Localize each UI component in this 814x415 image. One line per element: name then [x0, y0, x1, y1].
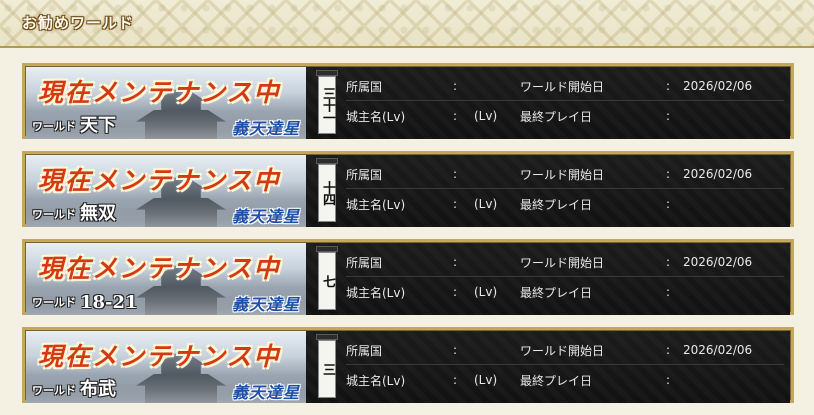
start-date-label: ワールド開始日 — [520, 167, 605, 182]
world-name: ワールド 18-21 — [32, 289, 138, 313]
country-colon: : — [453, 167, 458, 181]
last-play-label: 最終プレイ日 — [520, 197, 593, 212]
last-play-label: 最終プレイ日 — [520, 109, 593, 124]
info-row-2: 城主名(Lv) : (Lv) 最終プレイ日 : — [346, 102, 784, 130]
world-name-value: 布武 — [80, 379, 116, 400]
info-row-1: 所属国 : ワールド開始日 : 2026/02/06 — [346, 248, 784, 277]
lord-label: 城主名(Lv) — [346, 285, 406, 300]
lord-lv: (Lv) — [474, 373, 498, 387]
world-banner[interactable]: 現在メンテナンス中 ワールド 18-21 義天達星 — [26, 243, 306, 315]
lord-lv: (Lv) — [474, 109, 498, 123]
world-number-flag: 七 — [316, 246, 338, 312]
country-label: 所属国 — [346, 343, 383, 358]
info-row-2: 城主名(Lv) : (Lv) 最終プレイ日 : — [346, 190, 784, 218]
world-info-panel: 七 所属国 : ワールド開始日 : 2026/02/06 城主名(Lv) : (… — [306, 243, 790, 315]
start-date-label: ワールド開始日 — [520, 79, 605, 94]
world-info-panel: 三十一 所属国 : ワールド開始日 : 2026/02/06 城主名(Lv) :… — [306, 67, 790, 139]
info-row-1: 所属国 : ワールド開始日 : 2026/02/06 — [346, 160, 784, 189]
maintenance-status: 現在メンテナンス中 — [38, 78, 281, 107]
maintenance-status: 現在メンテナンス中 — [38, 342, 281, 371]
world-info-panel: 十四 所属国 : ワールド開始日 : 2026/02/06 城主名(Lv) : … — [306, 155, 790, 227]
start-date-value: 2026/02/06 — [683, 255, 753, 269]
last-play-colon: : — [666, 197, 671, 211]
world-name: ワールド 無双 — [32, 201, 116, 225]
section-title: お勧めワールド — [22, 14, 135, 32]
world-card-4[interactable]: 現在メンテナンス中 ワールド 布武 義天達星 三 所属国 : ワールド開始日 :… — [22, 327, 794, 403]
country-colon: : — [453, 343, 458, 357]
world-prefix: ワールド — [32, 120, 76, 133]
start-date-colon: : — [666, 255, 671, 269]
last-play-label: 最終プレイ日 — [520, 285, 593, 300]
start-date-label: ワールド開始日 — [520, 343, 605, 358]
world-number-flag: 三十一 — [316, 70, 338, 136]
last-play-colon: : — [666, 373, 671, 387]
flag-cloth: 三十一 — [318, 76, 336, 134]
world-banner[interactable]: 現在メンテナンス中 ワールド 布武 義天達星 — [26, 331, 306, 403]
section-header: お勧めワールド — [0, 0, 814, 48]
flag-cloth: 十四 — [318, 164, 336, 222]
world-card-1[interactable]: 現在メンテナンス中 ワールド 天下 義天達星 三十一 所属国 : ワールド開始日… — [22, 63, 794, 139]
maintenance-status: 現在メンテナンス中 — [38, 254, 281, 283]
lord-colon: : — [453, 285, 458, 299]
world-card-3[interactable]: 現在メンテナンス中 ワールド 18-21 義天達星 七 所属国 : ワールド開始… — [22, 239, 794, 315]
world-card-2[interactable]: 現在メンテナンス中 ワールド 無双 義天達星 十四 所属国 : ワールド開始日 … — [22, 151, 794, 227]
info-row-1: 所属国 : ワールド開始日 : 2026/02/06 — [346, 72, 784, 101]
maintenance-status: 現在メンテナンス中 — [38, 166, 281, 195]
country-label: 所属国 — [346, 167, 383, 182]
world-info-panel: 三 所属国 : ワールド開始日 : 2026/02/06 城主名(Lv) : (… — [306, 331, 790, 403]
world-prefix: ワールド — [32, 384, 76, 397]
world-number: 三十一 — [320, 87, 335, 123]
world-number: 十四 — [320, 181, 335, 205]
lord-label: 城主名(Lv) — [346, 373, 406, 388]
world-banner[interactable]: 現在メンテナンス中 ワールド 天下 義天達星 — [26, 67, 306, 139]
flag-cloth: 三 — [318, 340, 336, 398]
start-date-colon: : — [666, 343, 671, 357]
country-label: 所属国 — [346, 79, 383, 94]
flag-cloth: 七 — [318, 252, 336, 310]
world-name-value: 無双 — [80, 203, 116, 224]
info-row-2: 城主名(Lv) : (Lv) 最終プレイ日 : — [346, 278, 784, 306]
world-name: ワールド 布武 — [32, 377, 116, 401]
start-date-colon: : — [666, 79, 671, 93]
server-name: 義天達星 — [231, 383, 300, 402]
start-date-value: 2026/02/06 — [683, 79, 753, 93]
lord-label: 城主名(Lv) — [346, 197, 406, 212]
country-colon: : — [453, 255, 458, 269]
lord-colon: : — [453, 197, 458, 211]
world-number: 七 — [320, 275, 335, 287]
last-play-label: 最終プレイ日 — [520, 373, 593, 388]
world-name: ワールド 天下 — [32, 113, 116, 137]
server-name: 義天達星 — [231, 295, 300, 314]
lord-colon: : — [453, 109, 458, 123]
lord-lv: (Lv) — [474, 285, 498, 299]
country-label: 所属国 — [346, 255, 383, 270]
world-number: 三 — [320, 363, 335, 375]
world-prefix: ワールド — [32, 296, 76, 309]
lord-lv: (Lv) — [474, 197, 498, 211]
server-name: 義天達星 — [231, 119, 300, 138]
world-prefix: ワールド — [32, 208, 76, 221]
country-colon: : — [453, 79, 458, 93]
start-date-colon: : — [666, 167, 671, 181]
lord-colon: : — [453, 373, 458, 387]
last-play-colon: : — [666, 285, 671, 299]
start-date-label: ワールド開始日 — [520, 255, 605, 270]
last-play-colon: : — [666, 109, 671, 123]
start-date-value: 2026/02/06 — [683, 343, 753, 357]
lord-label: 城主名(Lv) — [346, 109, 406, 124]
server-name: 義天達星 — [231, 207, 300, 226]
start-date-value: 2026/02/06 — [683, 167, 753, 181]
world-number-flag: 三 — [316, 334, 338, 400]
world-name-value: 18-21 — [80, 292, 138, 313]
world-number-flag: 十四 — [316, 158, 338, 224]
world-banner[interactable]: 現在メンテナンス中 ワールド 無双 義天達星 — [26, 155, 306, 227]
world-name-value: 天下 — [80, 115, 116, 136]
info-row-2: 城主名(Lv) : (Lv) 最終プレイ日 : — [346, 366, 784, 394]
info-row-1: 所属国 : ワールド開始日 : 2026/02/06 — [346, 336, 784, 365]
